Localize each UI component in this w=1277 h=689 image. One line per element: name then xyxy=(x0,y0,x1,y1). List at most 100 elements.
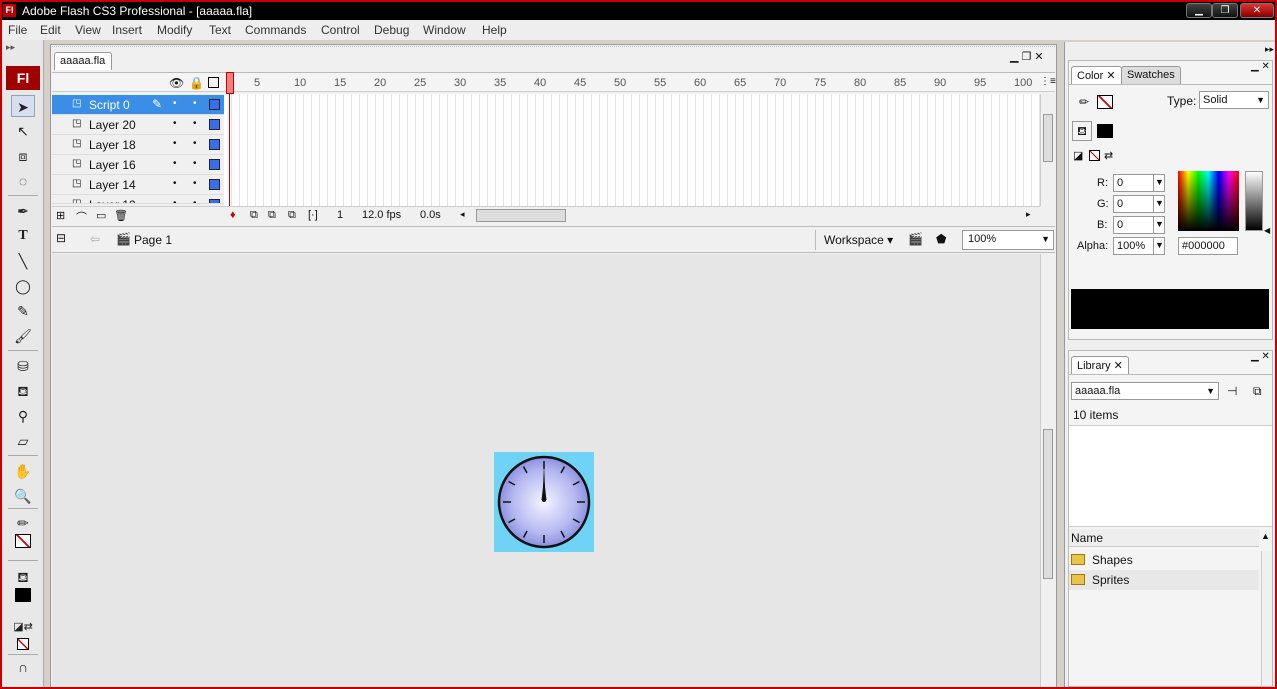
lock-dot[interactable]: • xyxy=(193,138,197,149)
lock-dot[interactable]: • xyxy=(193,158,197,169)
new-folder-icon[interactable]: ▭ xyxy=(96,209,106,222)
stroke-color-swatch[interactable] xyxy=(1097,95,1113,109)
zoom-tool-icon[interactable]: 🔍 xyxy=(11,485,35,507)
fill-bucket-icon[interactable]: ⛾ xyxy=(1072,121,1092,141)
snap-magnet-icon[interactable]: ∩ xyxy=(11,656,35,678)
no-color-icon[interactable] xyxy=(11,634,35,656)
library-item[interactable]: Shapes xyxy=(1069,550,1259,570)
black-white-icon[interactable]: ◪ xyxy=(1073,149,1083,162)
menu-insert[interactable]: Insert xyxy=(112,23,142,37)
color-spectrum[interactable] xyxy=(1178,171,1239,231)
edit-multiple-icon[interactable]: ⧉ xyxy=(288,209,296,222)
eyedropper-tool-icon[interactable]: ⚲ xyxy=(11,405,35,427)
outline-color-box[interactable] xyxy=(209,139,220,150)
layer-row[interactable]: ◳ Script 0 ✎ • • xyxy=(52,95,224,115)
visibility-dot[interactable]: • xyxy=(173,158,177,169)
outline-color-box[interactable] xyxy=(209,199,220,203)
alpha-dropdown[interactable]: ▼ xyxy=(1153,237,1165,255)
timeline-menu-icon[interactable]: ⋮≡ xyxy=(1040,76,1056,87)
hex-field[interactable]: #000000 xyxy=(1178,237,1238,255)
playhead[interactable] xyxy=(226,72,234,94)
menu-view[interactable]: View xyxy=(75,23,101,37)
hand-tool-icon[interactable]: ✋ xyxy=(11,460,35,482)
pencil-tool-icon[interactable]: ✎ xyxy=(11,300,35,322)
new-library-icon[interactable]: ⧉ xyxy=(1253,384,1262,399)
minimize-button[interactable]: ▁ xyxy=(1186,3,1212,18)
brightness-slider[interactable] xyxy=(1245,171,1263,231)
menu-text[interactable]: Text xyxy=(209,23,231,37)
tab-library[interactable]: Library ✕ xyxy=(1071,356,1129,374)
layer-row[interactable]: ◳ Layer 18 • • xyxy=(52,135,224,155)
stage-vscroll[interactable] xyxy=(1040,254,1055,687)
stroke-pencil-icon[interactable]: ✏ xyxy=(1079,95,1089,109)
zoom-select[interactable]: 100% ▼ xyxy=(962,230,1054,250)
scroll-left-icon[interactable]: ◂ xyxy=(460,209,465,220)
library-item[interactable]: Sprites xyxy=(1069,570,1259,590)
subselection-tool-icon[interactable]: ↖ xyxy=(11,120,35,142)
visibility-dot[interactable]: • xyxy=(173,198,177,203)
doc-window-controls[interactable]: ▁ ❐ ✕ xyxy=(1010,50,1044,63)
collapse-icon[interactable]: ▸▸ xyxy=(6,42,15,53)
visibility-dot[interactable]: • xyxy=(173,98,177,109)
motion-guide-icon[interactable]: ⌒ xyxy=(76,209,87,225)
layer-row[interactable]: ◳ Layer 14 • • xyxy=(52,175,224,195)
r-dropdown[interactable]: ▼ xyxy=(1153,174,1165,192)
outline-color-box[interactable] xyxy=(209,179,220,190)
menu-commands[interactable]: Commands xyxy=(245,23,306,37)
line-tool-icon[interactable]: ╲ xyxy=(11,250,35,272)
frame-ruler[interactable]: 1510152025303540455055606570758085909510… xyxy=(224,73,1044,93)
fill-color-icon[interactable]: ⛾ xyxy=(11,566,35,588)
lock-dot[interactable]: • xyxy=(193,198,197,203)
eraser-tool-icon[interactable]: ▱ xyxy=(11,430,35,452)
menu-window[interactable]: Window xyxy=(423,23,466,37)
dock-collapse-icon[interactable]: ▸▸ xyxy=(1265,44,1274,55)
document-tab[interactable]: aaaaa.fla xyxy=(54,52,112,70)
eye-icon[interactable]: 👁 xyxy=(169,76,184,90)
tab-color[interactable]: Color ✕ xyxy=(1071,66,1122,84)
center-frame-icon[interactable]: ♦ xyxy=(230,209,236,221)
library-scrollbar[interactable] xyxy=(1261,551,1272,686)
brush-tool-icon[interactable]: 🖌 xyxy=(11,325,35,347)
lasso-tool-icon[interactable]: ◌ xyxy=(11,170,35,192)
workspace-menu[interactable]: Workspace ▾ xyxy=(824,233,893,247)
close-button[interactable]: ✕ xyxy=(1240,3,1274,18)
timeline-hscroll-thumb[interactable] xyxy=(476,209,566,222)
scroll-right-icon[interactable]: ▸ xyxy=(1026,209,1031,220)
lock-dot[interactable]: • xyxy=(193,178,197,189)
menu-control[interactable]: Control xyxy=(321,23,360,37)
delete-layer-icon[interactable]: 🗑 xyxy=(114,209,128,222)
free-transform-tool-icon[interactable]: ⧈ xyxy=(11,145,35,167)
library-close-icon[interactable]: ▁ ✕ xyxy=(1251,351,1270,362)
menu-help[interactable]: Help xyxy=(482,23,507,37)
tab-swatches[interactable]: Swatches xyxy=(1121,66,1181,84)
g-dropdown[interactable]: ▼ xyxy=(1153,195,1165,213)
frames-grid[interactable] xyxy=(224,94,1040,206)
menu-modify[interactable]: Modify xyxy=(157,23,192,37)
clock-symbol[interactable] xyxy=(494,452,594,552)
visibility-dot[interactable]: • xyxy=(173,118,177,129)
sort-icon[interactable]: ▲ xyxy=(1261,531,1270,541)
swap-colors-button[interactable]: ⇄ xyxy=(1104,149,1113,162)
library-header[interactable]: Name xyxy=(1069,529,1259,547)
outline-icon[interactable] xyxy=(208,77,219,88)
onion-outline-icon[interactable]: ⧉ xyxy=(268,209,276,222)
fill-swatch[interactable] xyxy=(11,586,35,608)
outline-color-box[interactable] xyxy=(209,119,220,130)
edit-symbols-icon[interactable]: ⬟ xyxy=(936,232,946,246)
menu-edit[interactable]: Edit xyxy=(40,23,61,37)
oval-tool-icon[interactable]: ◯ xyxy=(11,275,35,297)
layer-row[interactable]: ◳ Layer 16 • • xyxy=(52,155,224,175)
no-color-button[interactable] xyxy=(1089,150,1100,161)
outline-color-box[interactable] xyxy=(209,99,220,110)
lock-dot[interactable]: • xyxy=(193,118,197,129)
stroke-color-icon[interactable]: ✏ xyxy=(11,512,35,534)
pen-tool-icon[interactable]: ✒ xyxy=(11,200,35,222)
menu-file[interactable]: File xyxy=(8,23,27,37)
paint-bucket-tool-icon[interactable]: ⛾ xyxy=(11,380,35,402)
text-tool-icon[interactable]: T xyxy=(11,225,35,247)
panel-close-icon[interactable]: ▁ ✕ xyxy=(1251,61,1270,72)
lock-dot[interactable]: • xyxy=(193,98,197,109)
pin-library-icon[interactable]: ⊣ xyxy=(1227,384,1237,398)
fill-color-swatch[interactable] xyxy=(1097,124,1113,138)
type-select[interactable]: Solid ▼ xyxy=(1199,91,1269,109)
